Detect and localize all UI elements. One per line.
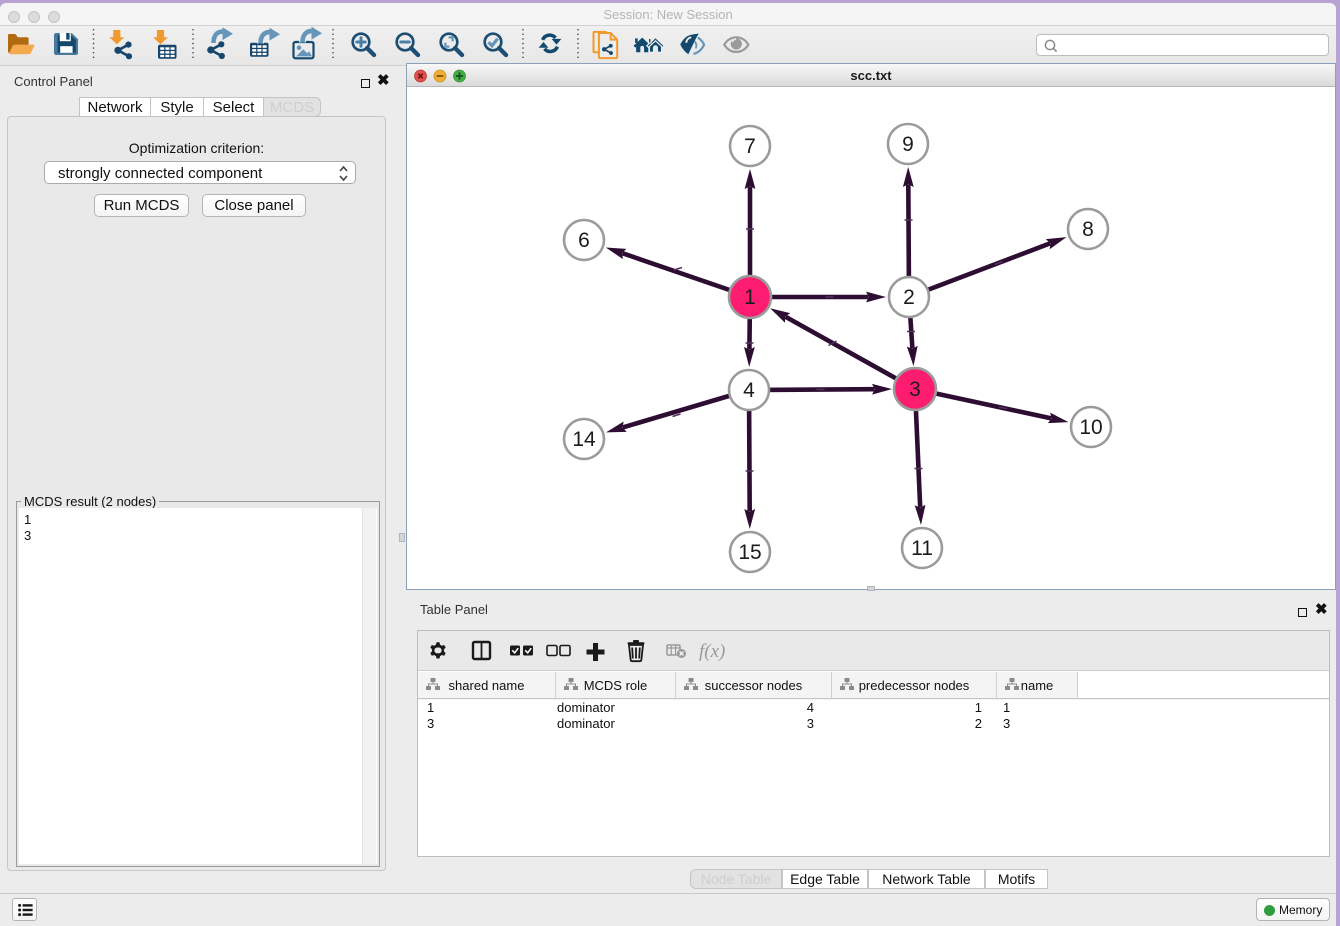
svg-text:10: 10 [1079, 416, 1102, 439]
svg-text:3: 3 [909, 378, 921, 401]
svg-text:14: 14 [572, 428, 596, 451]
svg-text:2: 2 [903, 286, 915, 309]
svg-text:15: 15 [738, 541, 761, 564]
svg-text:9: 9 [902, 133, 914, 156]
svg-text:6: 6 [578, 229, 590, 252]
svg-text:11: 11 [911, 537, 933, 560]
svg-text:7: 7 [744, 135, 756, 158]
svg-text:8: 8 [1082, 218, 1094, 241]
svg-text:4: 4 [743, 379, 755, 402]
svg-text:f(x): f(x) [699, 641, 725, 662]
svg-text:1: 1 [744, 286, 756, 309]
